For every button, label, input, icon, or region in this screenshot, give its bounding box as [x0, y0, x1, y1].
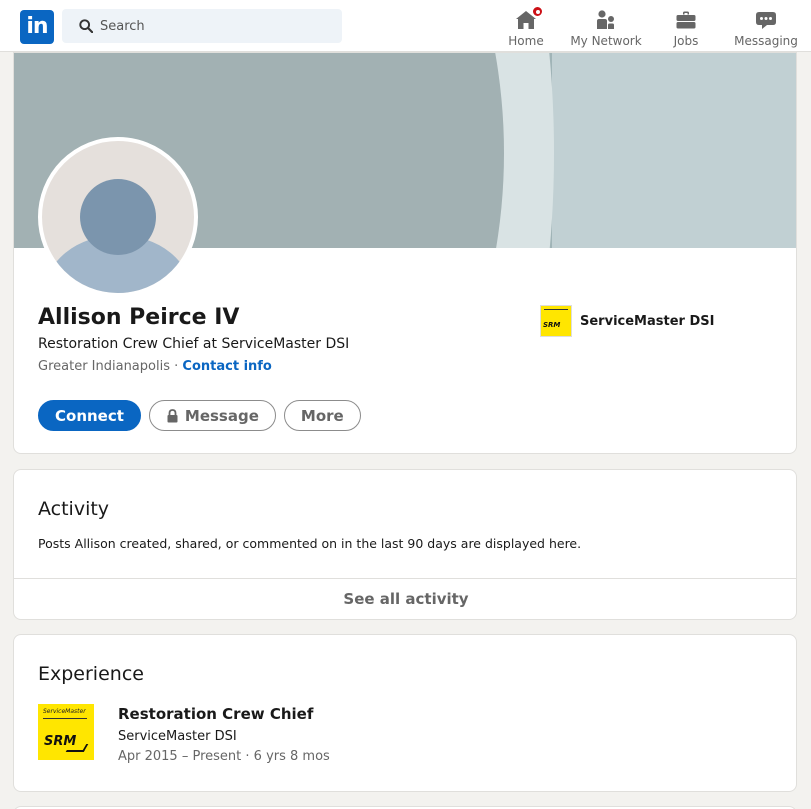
nav-home[interactable]: Home	[486, 4, 566, 48]
people-icon	[594, 8, 618, 32]
profile-card: Allison Peirce IV Restoration Crew Chief…	[13, 52, 797, 454]
experience-company-logo[interactable]: ServiceMaster SRM	[38, 704, 94, 760]
profile-headline: Restoration Crew Chief at ServiceMaster …	[38, 336, 350, 352]
experience-separator: ·	[245, 749, 250, 764]
search-box[interactable]	[62, 9, 342, 43]
nav-messaging-label: Messaging	[734, 34, 798, 48]
experience-company: ServiceMaster DSI	[118, 729, 237, 744]
nav-messaging[interactable]: Messaging	[726, 4, 806, 48]
activity-description: Posts Allison created, shared, or commen…	[38, 536, 582, 551]
current-company-name: ServiceMaster DSI	[580, 313, 715, 329]
nav-home-label: Home	[508, 34, 544, 48]
nav-jobs[interactable]: Jobs	[646, 4, 726, 48]
linkedin-logo[interactable]: in	[20, 10, 54, 44]
activity-title: Activity	[38, 498, 110, 520]
lock-icon	[167, 408, 178, 422]
banner-light-panel	[552, 53, 796, 248]
current-company[interactable]: SRM ServiceMaster DSI	[540, 305, 714, 337]
search-icon	[79, 19, 93, 33]
chat-bubble-icon	[754, 8, 778, 32]
home-icon	[514, 5, 544, 32]
avatar-head-shape	[80, 179, 156, 255]
top-nav: in Home My Network	[0, 0, 811, 52]
profile-location: Greater Indianapolis	[38, 359, 170, 374]
contact-info-link[interactable]: Contact info	[182, 359, 271, 374]
nav-my-network-label: My Network	[570, 34, 642, 48]
location-separator: ·	[174, 359, 179, 374]
experience-role[interactable]: Restoration Crew Chief	[118, 705, 313, 723]
briefcase-icon	[674, 8, 698, 32]
notification-badge	[531, 5, 544, 18]
experience-duration: 6 yrs 8 mos	[253, 749, 330, 764]
message-button-label: Message	[184, 406, 259, 425]
search-input[interactable]	[100, 9, 330, 43]
experience-card: Experience ServiceMaster SRM Restoration…	[13, 634, 797, 792]
message-button[interactable]: Message	[148, 400, 276, 431]
profile-avatar[interactable]	[38, 137, 198, 297]
activity-card: Activity Posts Allison created, shared, …	[13, 469, 797, 620]
profile-name: Allison Peirce IV	[38, 305, 240, 330]
nav-jobs-label: Jobs	[673, 34, 699, 48]
experience-title: Experience	[38, 663, 144, 685]
see-all-activity-button[interactable]: See all activity	[14, 578, 796, 619]
company-logo: SRM	[540, 305, 572, 337]
experience-dates: Apr 2015 – Present	[118, 749, 242, 764]
more-button[interactable]: More	[283, 400, 361, 431]
profile-location-row: Greater Indianapolis · Contact info	[38, 359, 272, 374]
connect-button[interactable]: Connect	[38, 400, 141, 431]
nav-my-network[interactable]: My Network	[566, 4, 646, 48]
profile-actions: Connect Message More	[38, 400, 361, 431]
experience-dates-row: Apr 2015 – Present · 6 yrs 8 mos	[118, 749, 330, 764]
